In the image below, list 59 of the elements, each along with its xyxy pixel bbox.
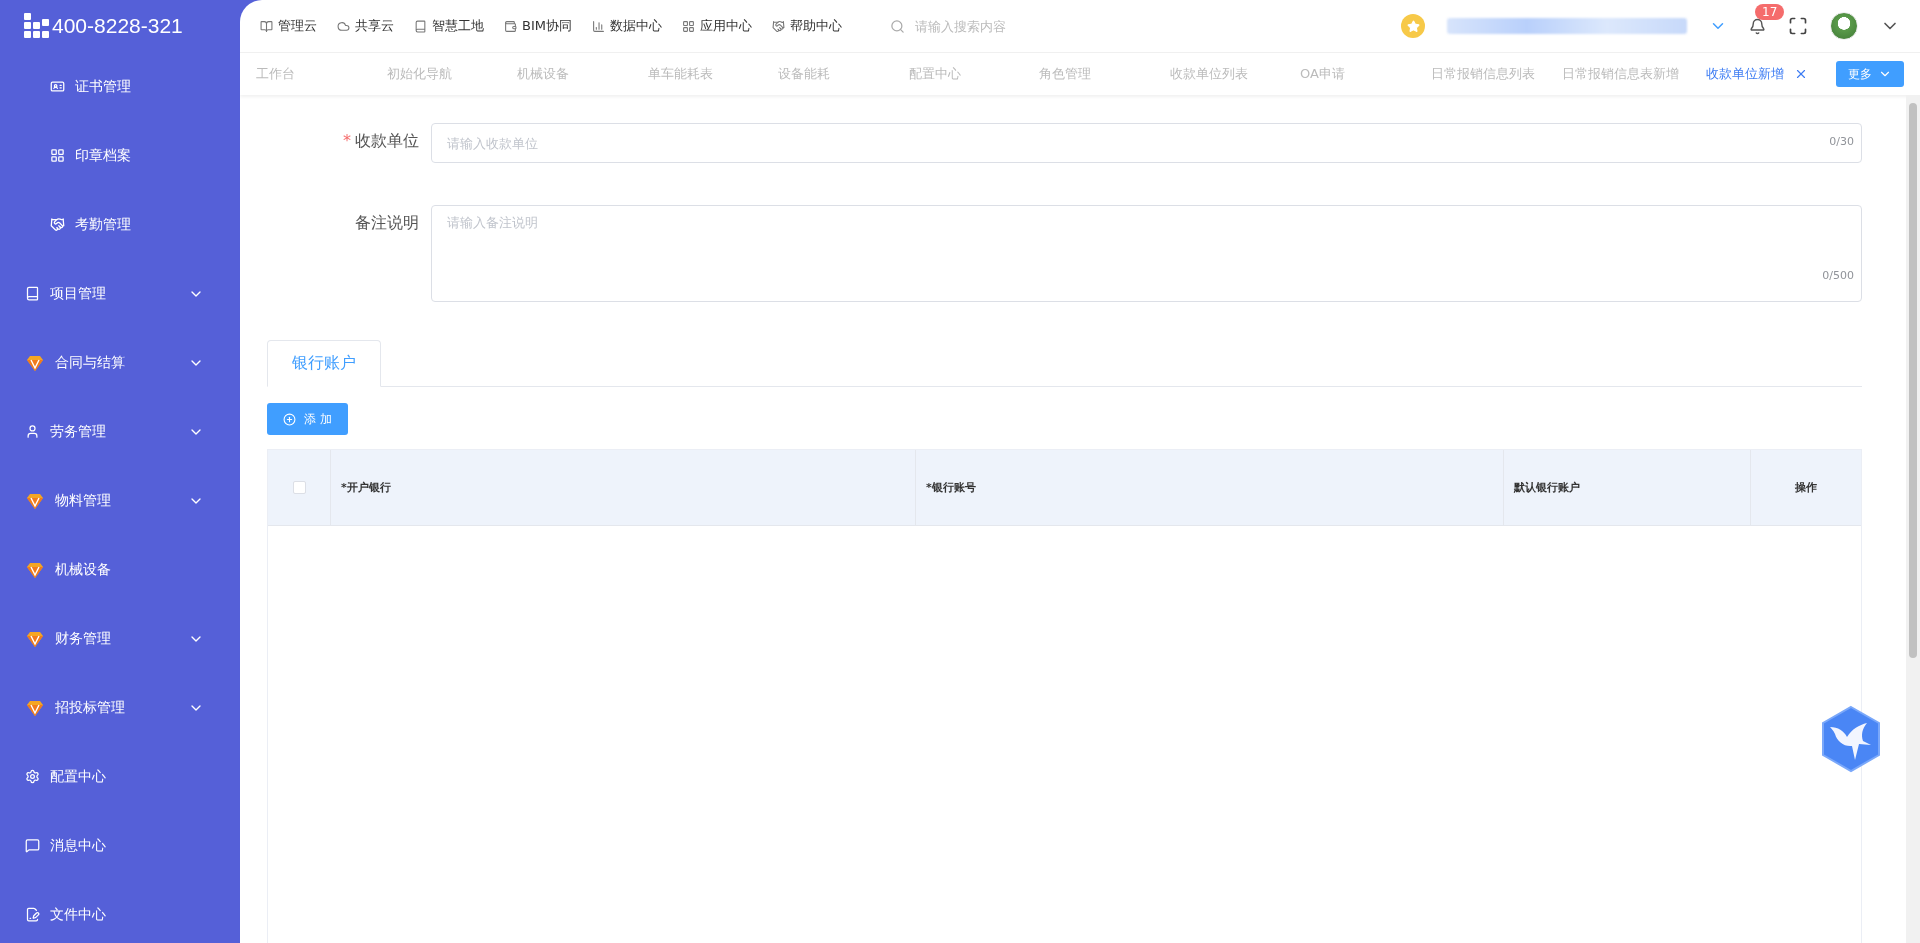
bird-hexagon-icon[interactable] — [1820, 705, 1882, 773]
character-counter: 0/500 — [1822, 269, 1854, 282]
sidebar-item[interactable]: 招投标管理 — [0, 673, 240, 742]
top-nav-link[interactable]: 应用中心 — [681, 17, 752, 35]
menu-item-icon — [50, 217, 65, 232]
column-header: *开户银行 — [330, 450, 915, 525]
sidebar-item[interactable]: 配置中心 — [0, 742, 240, 811]
page-tab[interactable]: 收款单位新增 — [1705, 65, 1836, 83]
sidebar-item[interactable]: 印章档案 — [0, 121, 240, 190]
sidebar-item[interactable]: 证书管理 — [0, 52, 240, 121]
checkbox[interactable] — [292, 481, 306, 494]
menu-item-icon — [25, 424, 40, 439]
nav-icon — [681, 19, 695, 33]
sidebar-item[interactable]: 文件中心 — [0, 880, 240, 943]
menu-item-icon — [25, 838, 40, 853]
scrollbar[interactable] — [1906, 95, 1920, 943]
avatar[interactable] — [1830, 12, 1858, 40]
top-nav-link[interactable]: 数据中心 — [591, 17, 662, 35]
sidebar-item[interactable]: 考勤管理 — [0, 190, 240, 259]
logo-icon — [24, 13, 50, 39]
section-tab[interactable]: 银行账户 — [267, 340, 381, 387]
sidebar-item[interactable]: 项目管理 — [0, 259, 240, 328]
sidebar-item[interactable]: 物料管理 — [0, 466, 240, 535]
top-nav-link[interactable]: BIM协同 — [504, 17, 572, 35]
nav-icon — [337, 19, 350, 33]
sidebar-item[interactable]: 劳务管理 — [0, 397, 240, 466]
menu-item-icon — [25, 907, 40, 922]
menu-item-icon — [50, 79, 65, 94]
nav-icon — [771, 19, 785, 33]
column-header: *银行账号 — [915, 450, 1503, 525]
top-nav-link[interactable]: 共享云 — [337, 17, 394, 35]
bell-icon[interactable] — [1749, 17, 1766, 35]
search-icon — [889, 18, 905, 34]
field-label: * 收款单位 — [342, 130, 419, 152]
coin-icon — [1401, 14, 1425, 38]
field-label: 备注说明 — [354, 212, 419, 234]
sidebar-item[interactable]: 机械设备 — [0, 535, 240, 604]
top-nav-link[interactable]: 管理云 — [260, 17, 317, 35]
menu-item-icon — [50, 148, 65, 163]
column-header: 操作 — [1750, 450, 1861, 525]
menu-item-icon — [25, 286, 40, 301]
nav-icon — [414, 19, 427, 33]
top-nav-link[interactable]: 帮助中心 — [771, 17, 842, 35]
plus-circle-icon — [283, 412, 296, 426]
column-header: 默认银行账户 — [1503, 450, 1750, 525]
more-button[interactable]: 更多 — [1836, 61, 1904, 87]
sidebar-item[interactable]: 消息中心 — [0, 811, 240, 880]
hotline-number: 400-8228-321 — [52, 14, 183, 38]
nav-icon — [591, 19, 605, 33]
sidebar-item[interactable]: 财务管理 — [0, 604, 240, 673]
fullscreen-icon[interactable] — [1788, 16, 1808, 36]
sidebar-item[interactable]: 合同与结算 — [0, 328, 240, 397]
notification-badge: 17 — [1755, 3, 1785, 20]
nav-icon — [504, 19, 517, 33]
add-button[interactable]: 添 加 — [267, 403, 348, 435]
nav-icon — [260, 19, 273, 33]
top-nav-link[interactable]: 智慧工地 — [414, 17, 484, 35]
menu-item-icon — [25, 769, 40, 784]
character-counter: 0/30 — [1829, 135, 1854, 148]
